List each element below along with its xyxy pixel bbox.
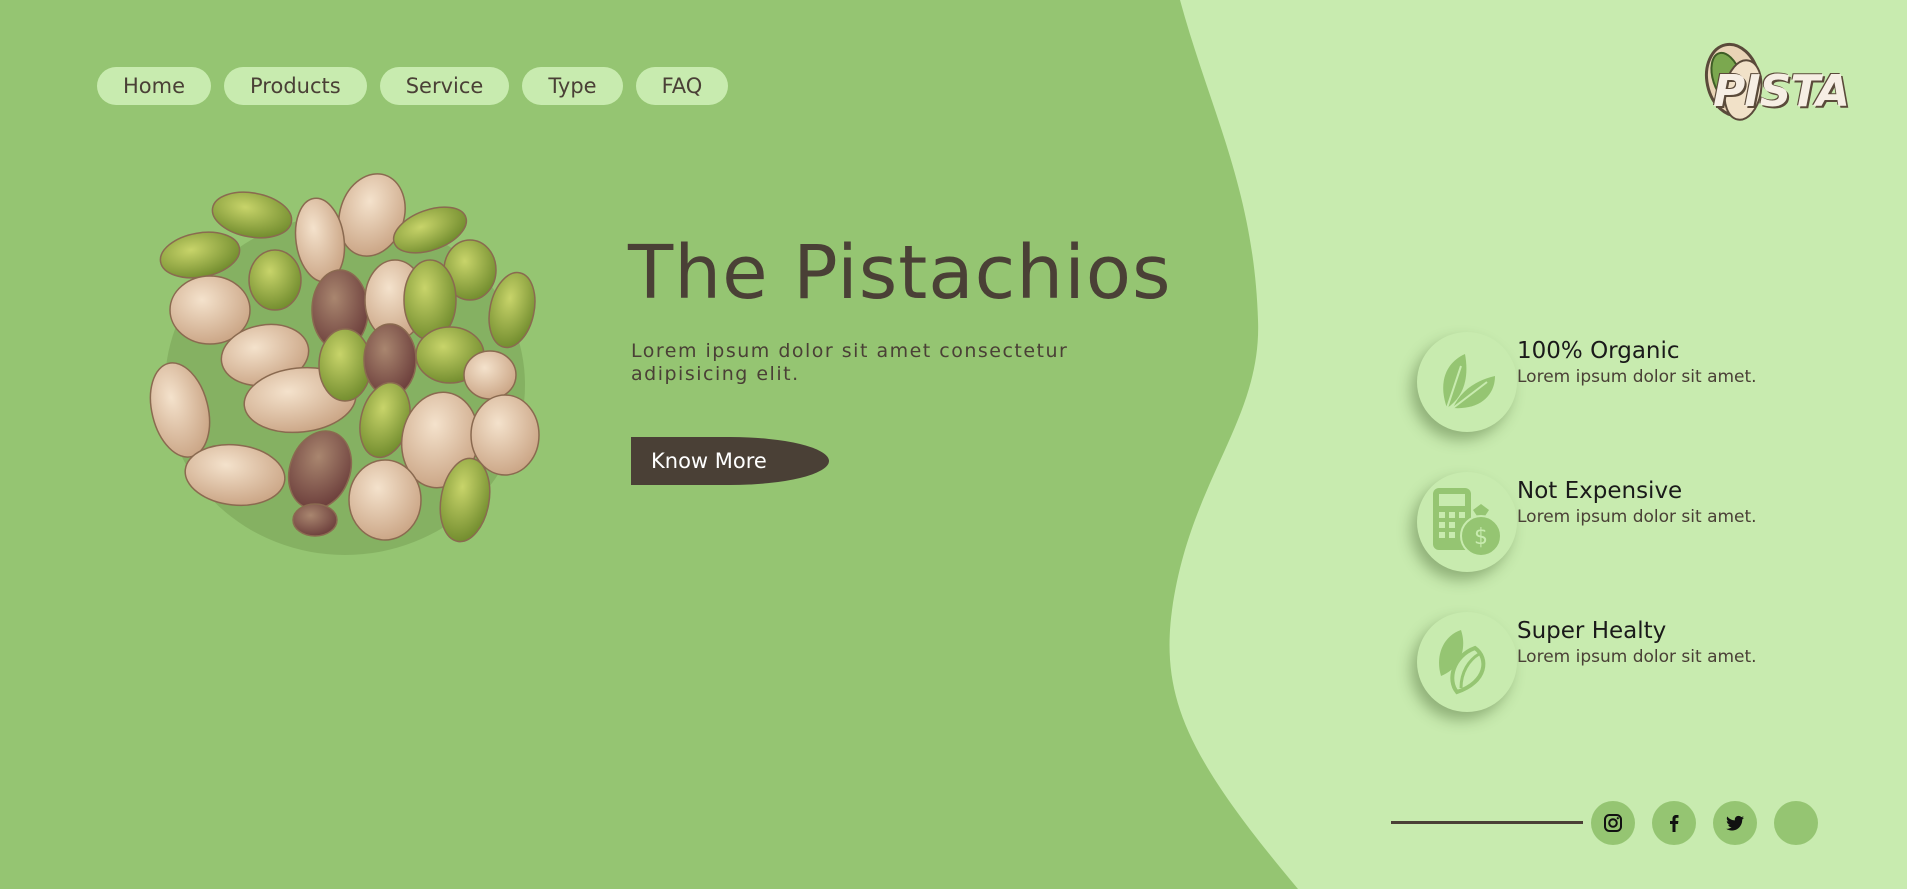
pistachio-icon bbox=[1439, 630, 1486, 695]
pistachios-image bbox=[149, 173, 540, 555]
svg-text:$: $ bbox=[1474, 525, 1488, 550]
feature-icon-circle bbox=[1417, 332, 1517, 432]
feature-not-expensive: $ Not Expensive Lorem ipsum dolor sit am… bbox=[1417, 472, 1837, 574]
brand-logo[interactable]: PISTA bbox=[1693, 40, 1850, 136]
instagram-icon bbox=[1604, 814, 1622, 832]
feature-icon-circle bbox=[1417, 612, 1517, 712]
feature-title: 100% Organic bbox=[1517, 338, 1680, 364]
nav-type[interactable]: Type bbox=[522, 67, 623, 105]
nav-service[interactable]: Service bbox=[379, 67, 510, 105]
logo-text: PISTA bbox=[1713, 66, 1850, 117]
feature-super-healty: Super Healty Lorem ipsum dolor sit amet. bbox=[1417, 612, 1837, 714]
calculator-money-icon: $ bbox=[1433, 488, 1502, 557]
feature-text: Lorem ipsum dolor sit amet. bbox=[1517, 507, 1757, 527]
nav-faq[interactable]: FAQ bbox=[635, 67, 729, 105]
main-nav: Home Products Service Type FAQ bbox=[97, 67, 729, 105]
feature-text: Lorem ipsum dolor sit amet. bbox=[1517, 647, 1757, 667]
facebook-button[interactable] bbox=[1652, 801, 1696, 845]
know-more-button[interactable]: Know More bbox=[631, 437, 829, 485]
feature-organic: 100% Organic Lorem ipsum dolor sit amet. bbox=[1417, 332, 1837, 434]
nav-products[interactable]: Products bbox=[224, 67, 367, 105]
feature-title: Not Expensive bbox=[1517, 478, 1683, 504]
social-divider bbox=[1391, 821, 1583, 824]
blank-social-button[interactable] bbox=[1774, 801, 1818, 845]
feature-text: Lorem ipsum dolor sit amet. bbox=[1517, 367, 1757, 387]
twitter-button[interactable] bbox=[1713, 801, 1757, 845]
instagram-button[interactable] bbox=[1591, 801, 1635, 845]
twitter-icon bbox=[1726, 815, 1744, 831]
nav-home[interactable]: Home bbox=[97, 67, 212, 105]
facebook-icon bbox=[1670, 815, 1679, 832]
leaf-icon bbox=[1443, 354, 1495, 409]
feature-icon-circle: $ bbox=[1417, 472, 1517, 572]
feature-title: Super Healty bbox=[1517, 618, 1667, 644]
hero-subtitle: Lorem ipsum dolor sit amet consectetur a… bbox=[631, 340, 1069, 385]
page-title: The Pistachios bbox=[628, 230, 1172, 316]
